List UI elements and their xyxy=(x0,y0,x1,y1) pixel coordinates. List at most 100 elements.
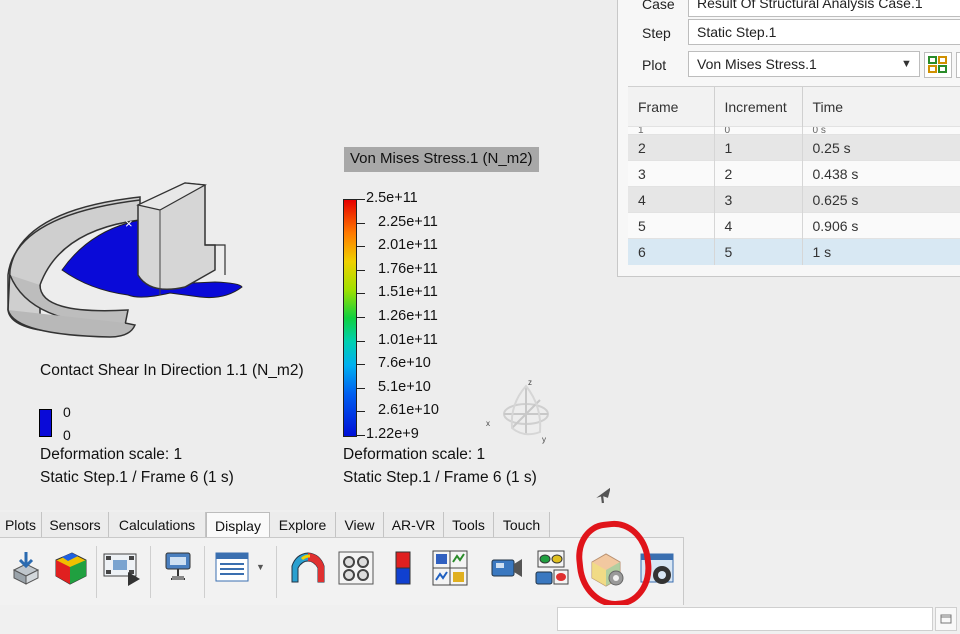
frame-cell: 3 xyxy=(628,160,715,187)
von-mises-color-bar[interactable] xyxy=(343,199,357,437)
increment-cell: 5 xyxy=(714,238,803,265)
von-mises-tick-label: 2.5e+11 xyxy=(366,190,418,206)
contact-step-frame-info: Static Step.1 / Frame 6 (1 s) xyxy=(40,469,234,486)
toolbar-separator xyxy=(276,546,277,598)
increment-cell: 0 xyxy=(714,126,803,135)
frame-cell: 1 xyxy=(628,126,715,135)
vm-deformation-scale: Deformation scale: 1 xyxy=(343,446,486,463)
tab-explore[interactable]: Explore xyxy=(270,512,336,538)
tab-plots[interactable]: Plots xyxy=(0,512,42,538)
tab-tools[interactable]: Tools xyxy=(444,512,494,538)
contact-deformation-scale: Deformation scale: 1 xyxy=(40,446,183,463)
toolbar-separator xyxy=(204,546,205,598)
plot-dropdown[interactable]: Von Mises Stress.1 xyxy=(688,51,920,77)
frame-cell: 5 xyxy=(628,212,715,239)
export-icon[interactable] xyxy=(6,548,46,588)
von-mises-tick-label: 1.26e+11 xyxy=(378,308,438,324)
table-row[interactable]: 3 2 0.438 s xyxy=(628,160,960,187)
von-mises-tick xyxy=(357,411,365,413)
von-mises-tick xyxy=(357,246,365,248)
frame-cell: 2 xyxy=(628,134,715,161)
increment-cell: 2 xyxy=(714,160,803,187)
table-row[interactable]: 2 1 0.25 s xyxy=(628,134,960,161)
von-mises-tick xyxy=(357,269,365,271)
column-header-frame[interactable]: Frame xyxy=(628,86,715,127)
table-row[interactable]: 1 0 0 s xyxy=(628,126,960,135)
von-mises-tick-label: 5.1e+10 xyxy=(378,378,431,395)
toolbar-separator xyxy=(96,546,97,598)
table-row[interactable]: 5 4 0.906 s xyxy=(628,212,960,239)
dropdown-arrow-icon[interactable]: ▼ xyxy=(901,58,912,70)
von-mises-tick-label: 2.61e+10 xyxy=(378,402,439,419)
command-input[interactable] xyxy=(557,607,933,631)
tab-view[interactable]: View xyxy=(336,512,384,538)
frame-cell: 4 xyxy=(628,186,715,213)
case-label: Case xyxy=(642,0,675,12)
case-field[interactable]: Result Of Structural Analysis Case.1 xyxy=(688,0,960,17)
von-mises-tick-label: 1.22e+9 xyxy=(366,426,419,442)
contact-shear-color-swatch xyxy=(39,409,52,437)
compass-icon[interactable]: z x y xyxy=(484,376,560,446)
table-list-icon[interactable] xyxy=(212,548,252,588)
time-cell: 0.906 s xyxy=(802,212,960,239)
multi-image-layout-icon[interactable] xyxy=(430,548,470,588)
colored-part-icon[interactable] xyxy=(50,548,90,588)
tab-sensors[interactable]: Sensors xyxy=(42,512,109,538)
result-selection-panel: Case Result Of Structural Analysis Case.… xyxy=(617,0,960,277)
column-header-time[interactable]: Time xyxy=(802,86,960,127)
tab-touch[interactable]: Touch xyxy=(494,512,550,538)
time-cell: 0.25 s xyxy=(802,134,960,161)
von-mises-tick xyxy=(357,293,365,295)
tab-display[interactable]: Display xyxy=(206,512,270,538)
step-label: Step xyxy=(642,25,671,41)
contact-shear-legend-title: Contact Shear In Direction 1.1 (N_m2) xyxy=(40,362,304,379)
von-mises-tick xyxy=(357,387,365,389)
von-mises-tick-label: 1.01e+11 xyxy=(378,331,438,348)
grid-display-icon[interactable] xyxy=(336,548,376,588)
contact-shear-min-label: 0 xyxy=(63,427,71,443)
animate-icon[interactable] xyxy=(102,548,144,588)
von-mises-tick-label: 2.25e+11 xyxy=(378,213,438,230)
mouse-cursor-icon xyxy=(596,487,610,504)
deformed-shape-icon[interactable] xyxy=(288,548,328,588)
tab-calculations[interactable]: Calculations xyxy=(109,512,206,538)
column-header-increment[interactable]: Increment xyxy=(714,86,803,127)
plot-options-button[interactable] xyxy=(924,52,952,78)
frame-cell: 6 xyxy=(628,238,715,265)
camera-icon[interactable] xyxy=(486,548,526,588)
increment-cell: 1 xyxy=(714,134,803,161)
frame-table: Frame Increment Time 1 0 0 s 2 1 0.25 s … xyxy=(628,86,960,265)
tab-ar-vr[interactable]: AR-VR xyxy=(384,512,444,538)
restore-icon xyxy=(940,614,952,624)
von-mises-tick xyxy=(357,364,365,366)
von-mises-tick-label: 1.51e+11 xyxy=(378,284,438,301)
table-row-selected[interactable]: 6 5 1 s xyxy=(628,238,960,265)
color-palette-icon[interactable] xyxy=(384,548,424,588)
part-model[interactable]: × xyxy=(0,175,250,355)
von-mises-tick xyxy=(357,199,365,200)
time-cell: 0.625 s xyxy=(802,186,960,213)
frame-table-header: Frame Increment Time xyxy=(628,86,960,127)
list-dropdown-icon[interactable]: ▼ xyxy=(256,562,265,572)
step-row: Step Static Step.1 xyxy=(618,19,960,47)
increment-cell: 3 xyxy=(714,186,803,213)
von-mises-tick xyxy=(357,222,365,224)
restore-window-button[interactable] xyxy=(935,607,957,631)
increment-cell: 4 xyxy=(714,212,803,239)
von-mises-tick xyxy=(357,317,365,318)
compass-x-label: x xyxy=(486,419,490,428)
von-mises-tick-label: 2.01e+11 xyxy=(378,237,438,254)
von-mises-legend-title[interactable]: Von Mises Stress.1 (N_m2) xyxy=(344,147,539,172)
compass-y-label: y xyxy=(542,435,546,444)
multi-camera-icon[interactable] xyxy=(532,548,572,588)
compass-z-label: z xyxy=(528,378,532,387)
table-row[interactable]: 4 3 0.625 s xyxy=(628,186,960,213)
von-mises-tick-label: 7.6e+10 xyxy=(378,355,431,372)
vm-step-frame-info: Static Step.1 / Frame 6 (1 s) xyxy=(343,469,537,486)
sensor-display-icon[interactable] xyxy=(158,548,198,588)
ribbon-tabs: Plots Sensors Calculations Display Explo… xyxy=(0,512,560,538)
step-field[interactable]: Static Step.1 xyxy=(688,19,960,45)
plot-extra-button[interactable] xyxy=(956,52,960,78)
time-cell: 0 s xyxy=(802,126,960,135)
plot-layout-icon xyxy=(928,56,947,73)
